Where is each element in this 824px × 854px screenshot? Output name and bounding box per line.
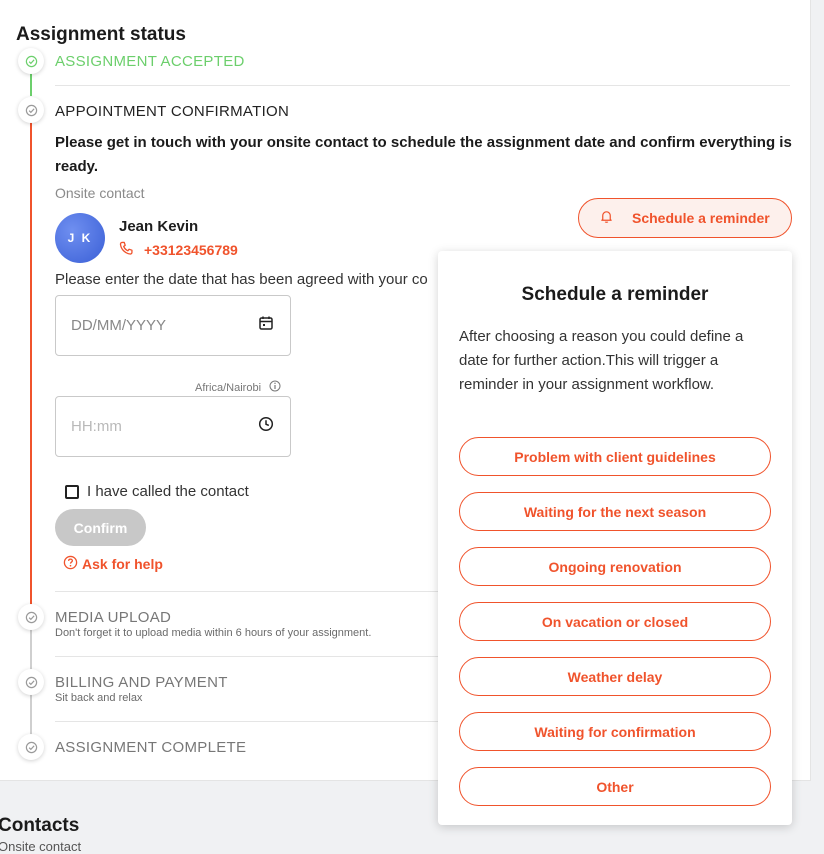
reason-renovation-button[interactable]: Ongoing renovation [459,547,771,586]
step-media-subtitle: Don't forget it to upload media within 6… [55,627,372,639]
ask-for-help-link[interactable]: Ask for help [63,555,163,573]
reason-other-button[interactable]: Other [459,767,771,806]
called-contact-checkbox[interactable] [65,484,79,499]
step-appointment-title: APPOINTMENT CONFIRMATION [55,103,290,120]
divider [55,85,790,86]
calendar-icon[interactable] [258,315,274,336]
contacts-title: Contacts [0,815,80,836]
time-field[interactable] [55,396,291,457]
step-complete-check-icon [18,734,44,760]
date-input[interactable] [71,317,231,334]
appointment-instructions: Please get in touch with your onsite con… [55,134,792,175]
phone-icon [119,241,134,259]
onsite-contact-label: Onsite contact [55,185,145,201]
info-icon[interactable] [269,380,281,395]
timezone-label: Africa/Nairobi [195,380,281,395]
contact-phone-number: +33123456789 [144,242,238,258]
step-complete-title: ASSIGNMENT COMPLETE [55,739,247,756]
contact-name: Jean Kevin [119,218,199,235]
schedule-reminder-button[interactable]: Schedule a reminder [578,198,792,238]
step-billing-subtitle: Sit back and relax [55,692,143,704]
avatar: J K [55,213,105,263]
clock-icon[interactable] [258,416,274,437]
date-prompt: Please enter the date that has been agre… [55,271,428,288]
reason-vacation-button[interactable]: On vacation or closed [459,602,771,641]
page-title: Assignment status [16,24,186,45]
reason-next-season-button[interactable]: Waiting for the next season [459,492,771,531]
contact-phone-link[interactable]: +33123456789 [119,241,238,259]
step-accepted-title: ASSIGNMENT ACCEPTED [55,53,245,70]
popup-description: After choosing a reason you could define… [459,328,744,393]
reason-weather-button[interactable]: Weather delay [459,657,771,696]
contacts-subtitle: Onsite contact [0,839,82,854]
reason-client-guidelines-button[interactable]: Problem with client guidelines [459,437,771,476]
called-contact-label: I have called the contact [87,483,249,500]
time-input[interactable] [71,418,231,435]
confirm-button[interactable]: Confirm [55,509,146,546]
schedule-reminder-popup: Schedule a reminder After choosing a rea… [438,251,792,825]
popup-title: Schedule a reminder [521,284,709,305]
step-media-check-icon [18,604,44,630]
step-billing-title: BILLING AND PAYMENT [55,674,228,691]
step-billing-check-icon [18,669,44,695]
schedule-reminder-label: Schedule a reminder [632,210,770,226]
question-circle-icon [63,555,78,573]
bell-icon [599,209,614,227]
called-contact-row[interactable]: I have called the contact [65,483,249,500]
timezone-text: Africa/Nairobi [195,381,262,394]
step-appointment-check-icon [18,97,44,123]
step-accepted-check-icon [18,48,44,74]
ask-for-help-label: Ask for help [82,556,163,572]
date-field[interactable] [55,295,291,356]
rail-appointment [30,120,32,610]
reason-confirmation-button[interactable]: Waiting for confirmation [459,712,771,751]
step-media-title: MEDIA UPLOAD [55,609,172,626]
